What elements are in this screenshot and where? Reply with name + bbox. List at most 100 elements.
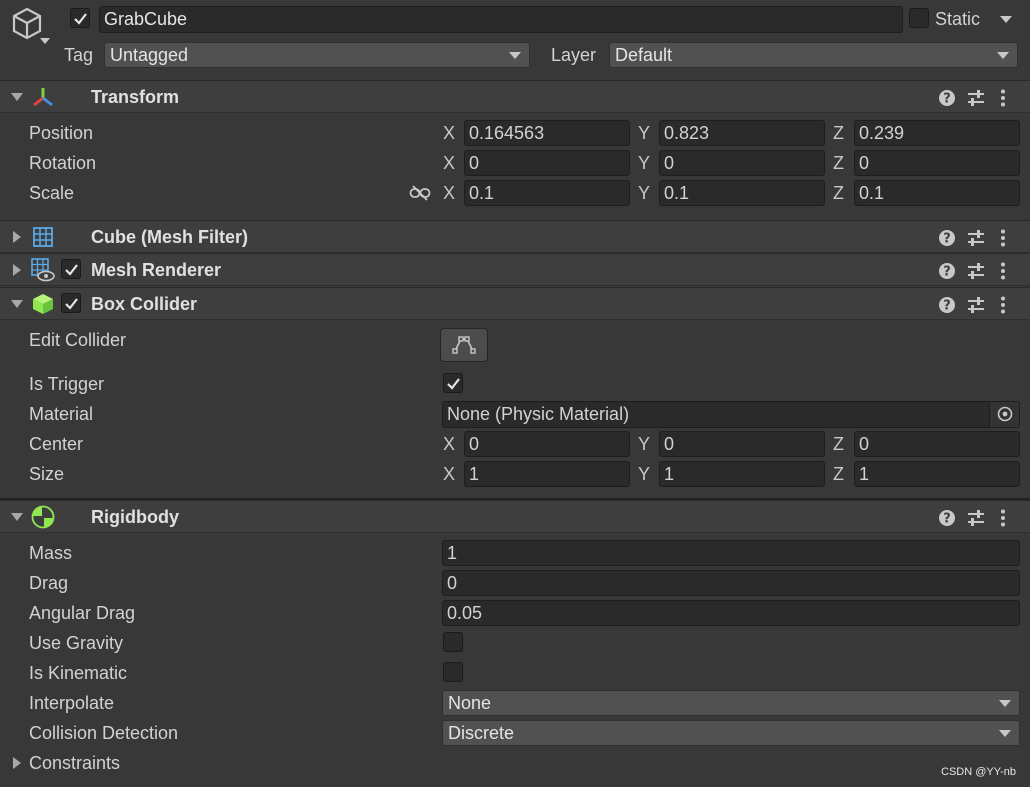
center-z-input[interactable]: 0 xyxy=(854,431,1020,457)
help-icon[interactable]: ? xyxy=(938,296,956,314)
svg-text:?: ? xyxy=(943,299,951,314)
center-y-input[interactable]: 0 xyxy=(659,431,825,457)
size-y-axis-label[interactable]: Y xyxy=(638,462,650,486)
sliders-icon[interactable] xyxy=(967,89,985,107)
center-x-input[interactable]: 0 xyxy=(464,431,630,457)
object-picker-icon xyxy=(997,406,1013,422)
chevron-down-icon xyxy=(40,38,50,44)
transform-header[interactable]: Transform ? xyxy=(0,80,1030,113)
tag-value: Untagged xyxy=(110,45,189,65)
component-header-icons: ? xyxy=(938,294,1018,316)
scale-z-input[interactable]: 0.1 xyxy=(854,180,1020,206)
position-label: Position xyxy=(29,123,94,143)
position-y-input[interactable]: 0.823 xyxy=(659,120,825,146)
is-kinematic-checkbox[interactable] xyxy=(443,662,463,682)
mass-input[interactable]: 1 xyxy=(442,540,1020,566)
help-icon[interactable]: ? xyxy=(938,229,956,247)
is-trigger-checkbox[interactable] xyxy=(443,373,463,393)
kebab-menu-icon[interactable] xyxy=(1000,89,1006,107)
center-z-axis-label[interactable]: Z xyxy=(833,432,844,456)
foldout-arrow-icon[interactable] xyxy=(11,300,23,308)
sliders-icon[interactable] xyxy=(967,509,985,527)
layer-label: Layer xyxy=(551,45,597,65)
scale-z-axis-label[interactable]: Z xyxy=(833,181,844,205)
static-toggle[interactable] xyxy=(909,8,929,28)
object-picker-button[interactable] xyxy=(989,402,1019,427)
scale-y-axis-label[interactable]: Y xyxy=(638,181,650,205)
sliders-icon[interactable] xyxy=(967,262,985,280)
foldout-arrow-icon xyxy=(13,757,21,769)
size-x-axis-label[interactable]: X xyxy=(443,462,455,486)
position-z-input[interactable]: 0.239 xyxy=(854,120,1020,146)
center-y-axis-label[interactable]: Y xyxy=(638,432,650,456)
rotation-y-input[interactable]: 0 xyxy=(659,150,825,176)
foldout-arrow-icon[interactable] xyxy=(11,93,23,101)
position-z-axis-label[interactable]: Z xyxy=(833,121,844,145)
scale-y-input[interactable]: 0.1 xyxy=(659,180,825,206)
constraints-label: Constraints xyxy=(29,753,121,773)
rigidbody-header[interactable]: Rigidbody ? xyxy=(0,500,1030,533)
rotation-label: Rotation xyxy=(29,153,97,173)
sliders-icon[interactable] xyxy=(967,229,985,247)
size-x-input[interactable]: 1 xyxy=(464,461,630,487)
mesh-filter-header[interactable]: Cube (Mesh Filter) ? xyxy=(0,220,1030,253)
foldout-arrow-icon[interactable] xyxy=(13,231,21,243)
position-y-axis-label[interactable]: Y xyxy=(638,121,650,145)
svg-text:?: ? xyxy=(943,92,951,107)
center-label: Center xyxy=(29,434,84,454)
kebab-menu-icon[interactable] xyxy=(1000,262,1006,280)
constraints-foldout[interactable]: Constraints xyxy=(0,750,420,776)
tag-dropdown[interactable]: Untagged xyxy=(104,42,530,68)
box-collider-enabled-toggle[interactable] xyxy=(61,293,81,313)
edit-bounds-icon xyxy=(452,336,476,354)
mesh-renderer-header[interactable]: Mesh Renderer ? xyxy=(0,253,1030,286)
kebab-menu-icon[interactable] xyxy=(1000,509,1006,527)
scale-x-axis-label[interactable]: X xyxy=(443,181,455,205)
edit-collider-button[interactable] xyxy=(440,328,488,362)
interpolate-dropdown[interactable]: None xyxy=(442,690,1020,716)
static-label: Static xyxy=(935,9,981,29)
constrain-proportions-icon[interactable] xyxy=(409,185,431,201)
kebab-menu-icon[interactable] xyxy=(1000,229,1006,247)
sliders-icon[interactable] xyxy=(967,296,985,314)
help-icon[interactable]: ? xyxy=(938,89,956,107)
collision-detection-dropdown[interactable]: Discrete xyxy=(442,720,1020,746)
help-icon[interactable]: ? xyxy=(938,509,956,527)
center-x-axis-label[interactable]: X xyxy=(443,432,455,456)
foldout-arrow-icon[interactable] xyxy=(13,264,21,276)
angular-drag-input[interactable]: 0.05 xyxy=(442,600,1020,626)
rotation-x-input[interactable]: 0 xyxy=(464,150,630,176)
mesh-renderer-enabled-toggle[interactable] xyxy=(61,259,81,279)
help-icon[interactable]: ? xyxy=(938,262,956,280)
layer-dropdown[interactable]: Default xyxy=(609,42,1018,68)
object-icon-button[interactable] xyxy=(10,6,56,48)
svg-text:?: ? xyxy=(943,512,951,527)
checkmark-icon xyxy=(447,378,460,390)
size-z-input[interactable]: 1 xyxy=(854,461,1020,487)
box-collider-title: Box Collider xyxy=(91,294,198,314)
foldout-arrow-icon[interactable] xyxy=(11,513,23,521)
size-y-input[interactable]: 1 xyxy=(659,461,825,487)
position-x-axis-label[interactable]: X xyxy=(443,121,455,145)
position-x-input[interactable]: 0.164563 xyxy=(464,120,630,146)
active-toggle[interactable] xyxy=(70,8,90,28)
mesh-renderer-icon xyxy=(31,258,55,282)
transform-title: Transform xyxy=(91,87,180,107)
rotation-y-axis-label[interactable]: Y xyxy=(638,151,650,175)
material-object-field[interactable]: None (Physic Material) xyxy=(442,401,1020,428)
box-collider-header[interactable]: Box Collider ? xyxy=(0,287,1030,320)
material-value: None (Physic Material) xyxy=(447,404,630,424)
component-header-icons: ? xyxy=(938,260,1018,282)
static-dropdown-caret[interactable] xyxy=(1000,16,1012,23)
rotation-x-axis-label[interactable]: X xyxy=(443,151,455,175)
kebab-menu-icon[interactable] xyxy=(1000,296,1006,314)
object-name-input[interactable]: GrabCube xyxy=(99,6,903,33)
transform-axes-icon xyxy=(33,88,53,107)
material-label: Material xyxy=(29,404,94,424)
rotation-z-input[interactable]: 0 xyxy=(854,150,1020,176)
rotation-z-axis-label[interactable]: Z xyxy=(833,151,844,175)
drag-input[interactable]: 0 xyxy=(442,570,1020,596)
scale-x-input[interactable]: 0.1 xyxy=(464,180,630,206)
size-z-axis-label[interactable]: Z xyxy=(833,462,844,486)
use-gravity-checkbox[interactable] xyxy=(443,632,463,652)
